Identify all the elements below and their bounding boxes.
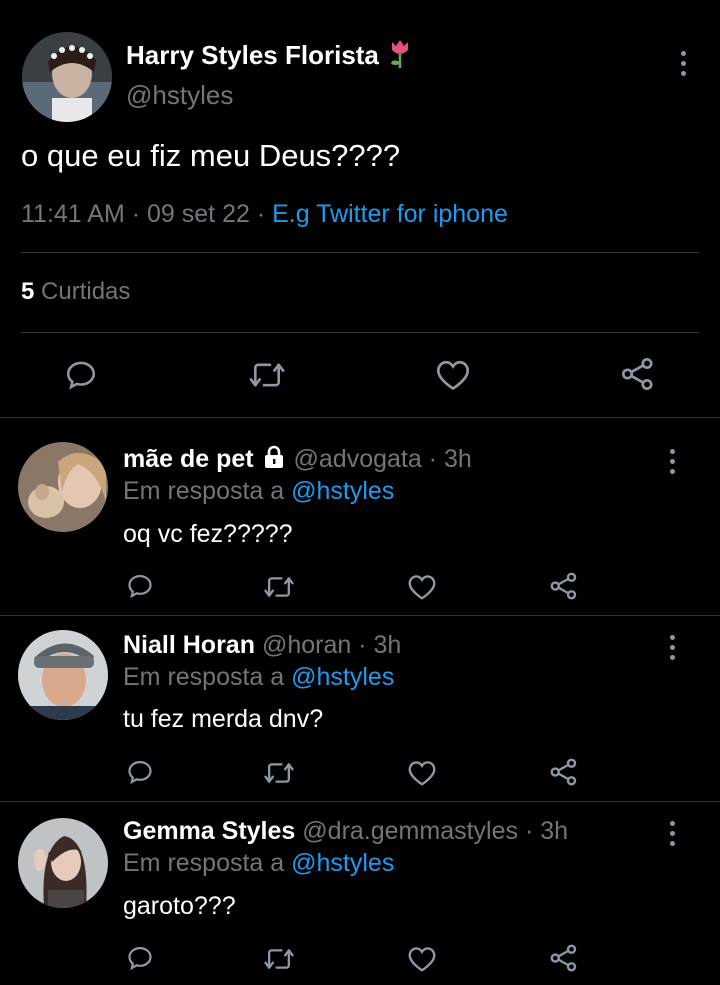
share-icon [621, 357, 653, 391]
share-button[interactable] [549, 571, 579, 601]
reply-avatar[interactable] [18, 442, 108, 532]
reply-button[interactable] [126, 758, 154, 786]
tweet-date: 09 set 22 [147, 200, 250, 228]
like-button[interactable] [407, 759, 437, 787]
reply-time: 3h [540, 817, 569, 845]
likes-label: Curtidas [41, 278, 131, 305]
reply-text: oq vc fez????? [123, 520, 293, 548]
more-options-icon[interactable] [668, 635, 676, 660]
reply-handle[interactable]: @horan [262, 631, 351, 659]
reply-button[interactable] [64, 358, 98, 392]
divider [21, 332, 699, 333]
tweet-time: 11:41 AM [21, 200, 125, 228]
more-options-icon[interactable] [668, 821, 676, 846]
likes-number: 5 [21, 278, 35, 305]
reply-display-name[interactable]: mãe de pet [123, 445, 254, 473]
reply-prefix: Em resposta a [123, 663, 285, 691]
reply-handle[interactable]: @dra.gemmastyles [302, 817, 518, 845]
reply-avatar[interactable] [18, 630, 108, 720]
reply-button[interactable] [126, 944, 154, 972]
main-avatar[interactable] [22, 32, 112, 122]
tulip-emoji-icon [388, 38, 412, 75]
reply-context: Em resposta a @hstyles [123, 663, 394, 692]
reply-prefix: Em resposta a [123, 477, 285, 505]
tweet-text: o que eu fiz meu Deus???? [21, 138, 401, 173]
reply-to-link[interactable]: @hstyles [291, 663, 394, 691]
retweet-button[interactable] [248, 358, 286, 392]
reply-context: Em resposta a @hstyles [123, 477, 394, 506]
retweet-button[interactable] [263, 573, 295, 601]
reply-icon [128, 574, 152, 599]
reply-time: 3h [444, 445, 472, 473]
retweet-icon [264, 763, 294, 783]
like-icon [436, 360, 470, 391]
reply-to-link[interactable]: @hstyles [291, 477, 394, 505]
separator: · [524, 817, 534, 845]
retweet-button[interactable] [263, 945, 295, 973]
reply-prefix: Em resposta a [123, 849, 285, 877]
reply-header: Niall Horan @horan · 3h [123, 631, 401, 660]
main-display-name[interactable]: Harry Styles Florista [126, 38, 412, 75]
divider [0, 801, 720, 802]
share-button[interactable] [549, 757, 579, 787]
display-name-text: Harry Styles Florista [126, 40, 379, 70]
share-button[interactable] [549, 943, 579, 973]
reply-avatar[interactable] [18, 818, 108, 908]
tweet-source-link[interactable]: E.g Twitter for iphone [272, 200, 508, 228]
like-button[interactable] [435, 358, 471, 392]
share-icon [550, 758, 577, 786]
separator: · [428, 445, 438, 473]
share-icon [550, 944, 577, 972]
reply-icon [128, 760, 152, 785]
reply-display-name[interactable]: Niall Horan [123, 631, 255, 659]
retweet-icon [264, 577, 294, 597]
like-button[interactable] [407, 945, 437, 973]
divider [0, 615, 720, 616]
retweet-icon [249, 363, 285, 387]
reply-button[interactable] [126, 572, 154, 600]
separator: · [358, 631, 367, 659]
reply-icon [128, 946, 152, 971]
reply-text: garoto??? [123, 892, 236, 920]
reply-context: Em resposta a @hstyles [123, 849, 394, 878]
like-icon [408, 575, 436, 600]
retweet-button[interactable] [263, 759, 295, 787]
reply-text: tu fez merda dnv? [123, 705, 324, 733]
divider [21, 252, 699, 253]
more-options-icon[interactable] [679, 51, 687, 76]
divider [0, 417, 720, 418]
reply-icon [66, 361, 96, 390]
reply-time: 3h [373, 631, 402, 659]
lock-icon [261, 445, 287, 476]
like-icon [408, 947, 436, 972]
reply-display-name[interactable]: Gemma Styles [123, 817, 295, 845]
separator: · [256, 200, 266, 228]
reply-to-link[interactable]: @hstyles [291, 849, 394, 877]
main-handle[interactable]: @hstyles [126, 80, 233, 111]
likes-count[interactable]: 5 Curtidas [21, 278, 130, 306]
separator: · [131, 200, 141, 228]
reply-header: mãe de pet @advogata · 3h [123, 445, 472, 476]
share-icon [550, 572, 577, 600]
like-icon [408, 761, 436, 786]
more-options-icon[interactable] [668, 449, 676, 474]
retweet-icon [264, 949, 294, 969]
reply-handle[interactable]: @advogata [294, 445, 422, 473]
tweet-meta: 11:41 AM · 09 set 22 · E.g Twitter for i… [21, 200, 508, 229]
reply-header: Gemma Styles @dra.gemmastyles · 3h [123, 817, 568, 846]
share-button[interactable] [620, 356, 656, 392]
like-button[interactable] [407, 573, 437, 601]
